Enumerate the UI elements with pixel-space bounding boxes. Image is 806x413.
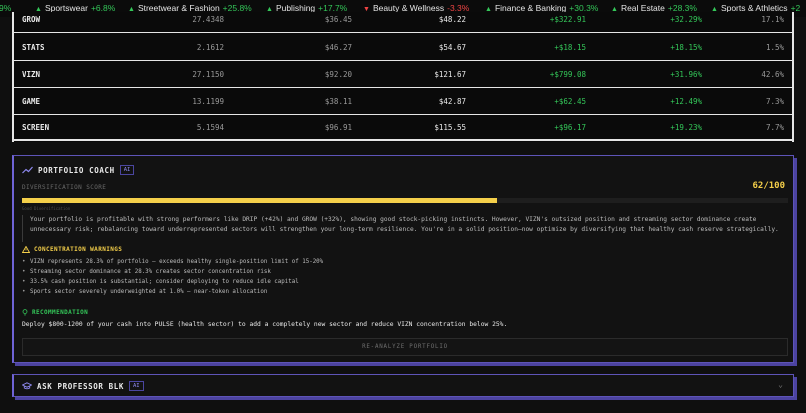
list-item: Sports sector severely underweighted at … [22,287,782,297]
holding-avg-cost: $38.11 [324,97,352,106]
holding-shares: 5.1594 [196,123,224,132]
holding-shares: 27.1150 [192,70,224,79]
holding-current-price: $54.67 [438,43,466,52]
diversification-caption: Good Diversification [22,206,71,211]
coach-summary: Your portfolio is profitable with strong… [22,215,788,242]
ask-professor-header[interactable]: ASK PROFESSOR BLK AI [22,380,144,392]
recommendation-header: RECOMMENDATION [22,309,88,316]
reanalyze-portfolio-button[interactable]: RE-ANALYZE PORTFOLIO [22,338,788,356]
holding-avg-cost: $92.20 [324,70,352,79]
holding-allocation: 7.7% [765,123,784,132]
list-item: Streaming sector dominance at 28.3% crea… [22,267,782,277]
holding-current-price: $42.87 [438,97,466,106]
holding-current-price: $115.55 [434,123,466,132]
holding-allocation: 7.3% [765,97,784,106]
list-item: 33.5% cash position is substantial; cons… [22,277,782,287]
holding-allocation: 1.5% [765,43,784,52]
portfolio-coach-title: PORTFOLIO COACH [38,165,115,175]
concentration-warnings-list: VIZN represents 28.3% of portfolio — exc… [22,257,782,297]
holding-gain: +$62.45 [554,97,586,106]
recommendation-text: Deploy $800-1200 of your cash into PULSE… [22,321,508,328]
holding-shares: 2.1612 [196,43,224,52]
holding-gain-pct: +12.49% [670,97,702,106]
trend-up-icon [22,166,33,174]
table-row[interactable]: GAME 13.1199 $38.11 $42.87 +$62.45 +12.4… [14,89,792,115]
holding-symbol: SCREEN [22,123,50,132]
diversification-score: 62/100 [752,181,785,191]
holding-gain: +$322.91 [549,15,586,24]
holding-gain: +$799.08 [549,70,586,79]
warning-icon [22,246,30,253]
list-item: VIZN represents 28.3% of portfolio — exc… [22,257,782,267]
lightbulb-icon [22,309,28,316]
ask-professor-title: ASK PROFESSOR BLK [37,381,124,391]
ai-badge: AI [119,165,135,175]
holding-symbol: STATS [22,43,45,52]
holding-shares: 27.4348 [192,15,224,24]
table-row[interactable]: GROW 27.4348 $36.45 $48.22 +$322.91 +32.… [14,7,792,33]
holding-gain-pct: +18.15% [670,43,702,52]
holding-current-price: $48.22 [438,15,466,24]
concentration-warnings-title: CONCENTRATION WARNINGS [34,246,123,253]
holding-gain: +$18.15 [554,43,586,52]
holding-current-price: $121.67 [434,70,466,79]
ticker-change: 9% [0,3,12,13]
holding-allocation: 42.6% [761,70,784,79]
ai-badge: AI [128,381,144,391]
holding-gain: +$96.17 [554,123,586,132]
holding-avg-cost: $96.91 [324,123,352,132]
holding-symbol: VIZN [22,70,41,79]
ask-professor-card[interactable]: ASK PROFESSOR BLK AI ⌄ [12,374,794,397]
holding-shares: 13.1199 [192,97,224,106]
ticker-item: 9% [0,0,11,17]
portfolio-coach-header: PORTFOLIO COACH AI [22,164,135,176]
concentration-warnings-header: CONCENTRATION WARNINGS [22,246,122,253]
holding-symbol: GAME [22,97,41,106]
holding-allocation: 17.1% [761,15,784,24]
diversification-label: DIVERSIFICATION SCORE [22,184,107,191]
table-row[interactable]: SCREEN 5.1594 $96.91 $115.55 +$96.17 +19… [14,115,792,141]
diversification-bar [22,198,788,203]
recommendation-title: RECOMMENDATION [32,309,89,316]
holding-gain-pct: +31.96% [670,70,702,79]
holding-avg-cost: $46.27 [324,43,352,52]
table-row[interactable]: STATS 2.1612 $46.27 $54.67 +$18.15 +18.1… [14,35,792,61]
holding-symbol: GROW [22,15,41,24]
chevron-down-icon[interactable]: ⌄ [778,380,783,389]
holding-avg-cost: $36.45 [324,15,352,24]
holdings-table: GROW 27.4348 $36.45 $48.22 +$322.91 +32.… [12,12,794,142]
diversification-bar-fill [22,198,497,203]
portfolio-coach-card: PORTFOLIO COACH AI DIVERSIFICATION SCORE… [12,155,794,363]
table-row[interactable]: VIZN 27.1150 $92.20 $121.67 +$799.08 +31… [14,62,792,88]
holding-gain-pct: +32.29% [670,15,702,24]
graduation-cap-icon [22,382,32,390]
holding-gain-pct: +19.23% [670,123,702,132]
